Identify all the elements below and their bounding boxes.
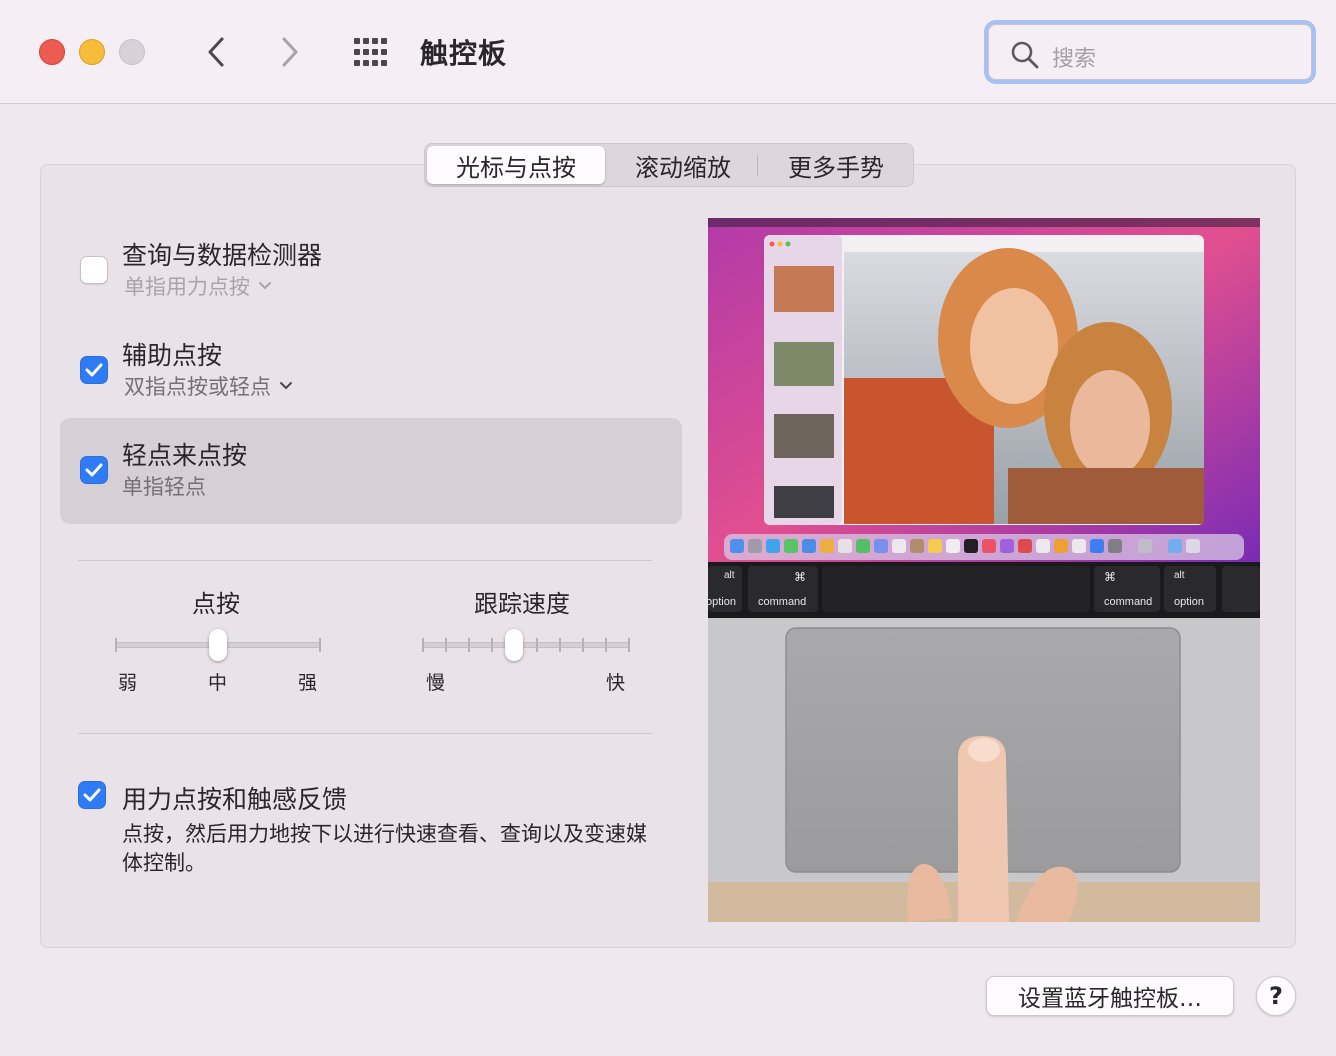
secondary-click-subtitle: 双指点按或轻点 — [124, 375, 271, 399]
search-field[interactable]: 搜索 — [984, 20, 1316, 84]
grid-icon — [354, 38, 387, 66]
tracking-slider-knob[interactable] — [505, 629, 523, 661]
slider-tick — [536, 638, 538, 652]
slider-tick — [628, 638, 630, 652]
click-slider-knob[interactable] — [209, 629, 227, 661]
divider — [78, 560, 652, 561]
tap-to-click-title: 轻点来点按 — [122, 441, 248, 470]
slider-tick — [605, 638, 607, 652]
key-alt-left: alt — [724, 570, 735, 581]
key-option-left: option — [708, 596, 736, 608]
search-placeholder: 搜索 — [1052, 47, 1097, 72]
tracking-min-label: 慢 — [426, 672, 446, 694]
show-all-button[interactable] — [350, 36, 394, 68]
force-click-description: 点按，然后用力地按下以进行快速查看、查询以及变速媒体控制。 — [122, 822, 647, 875]
lookup-subtitle: 单指用力点按 — [124, 275, 250, 299]
tap-to-click-subtitle: 单指轻点 — [122, 475, 206, 499]
key-command-right: command — [1104, 596, 1153, 608]
chevron-down-icon — [280, 382, 292, 390]
key-command-left: command — [758, 596, 807, 608]
tracking-max-label: 快 — [606, 672, 626, 694]
click-mid-label: 中 — [208, 672, 228, 694]
trackpad-demo-preview: alt option ⌘ command ⌘ command alt optio… — [708, 218, 1260, 922]
chevron-left-icon — [208, 37, 224, 67]
secondary-click-title: 辅助点按 — [122, 341, 223, 370]
slider-tick — [422, 638, 424, 652]
help-button[interactable]: ? — [1256, 976, 1296, 1016]
click-max-label: 强 — [298, 672, 318, 694]
force-click-title: 用力点按和触感反馈 — [122, 785, 348, 814]
key-alt-right: alt — [1174, 570, 1185, 581]
tab-point-click[interactable]: 光标与点按 — [427, 146, 605, 184]
slider-tick — [559, 638, 561, 652]
key-cmd-symbol-right: ⌘ — [1104, 570, 1116, 584]
key-option-right: option — [1174, 596, 1204, 608]
tap-to-click-checkbox[interactable] — [80, 456, 108, 484]
tab-bar: 光标与点按 滚动缩放 更多手势 — [424, 143, 914, 187]
zoom-button[interactable] — [119, 39, 145, 65]
forward-button[interactable] — [268, 30, 312, 74]
search-icon — [1011, 41, 1039, 69]
tab-separator — [757, 155, 758, 177]
slider-tick — [582, 638, 584, 652]
window-title: 触控板 — [420, 37, 508, 70]
lookup-checkbox[interactable] — [80, 256, 108, 284]
tracking-slider-track[interactable] — [422, 642, 630, 648]
slider-tick — [445, 638, 447, 652]
tab-scroll-zoom[interactable]: 滚动缩放 — [609, 144, 757, 186]
close-button[interactable] — [39, 39, 65, 65]
checkmark-icon — [85, 463, 103, 477]
slider-tick — [491, 638, 493, 652]
back-button[interactable] — [194, 30, 238, 74]
divider — [78, 733, 652, 734]
checkmark-icon — [83, 788, 101, 802]
lookup-title: 查询与数据检测器 — [122, 241, 323, 270]
secondary-click-dropdown[interactable]: 双指点按或轻点 — [124, 371, 293, 401]
tab-more-gestures[interactable]: 更多手势 — [761, 144, 911, 186]
checkmark-icon — [85, 363, 103, 377]
setup-bluetooth-trackpad-button[interactable]: 设置蓝牙触控板… — [986, 976, 1234, 1016]
key-cmd-symbol-left: ⌘ — [794, 570, 806, 584]
chevron-right-icon — [282, 37, 298, 67]
title-bar: 触控板 搜索 — [0, 0, 1336, 104]
click-min-label: 弱 — [118, 672, 138, 694]
click-slider-title: 点按 — [192, 590, 240, 618]
slider-tick — [115, 638, 117, 652]
chevron-down-icon — [259, 282, 271, 290]
secondary-click-checkbox[interactable] — [80, 356, 108, 384]
force-click-checkbox[interactable] — [78, 781, 106, 809]
slider-tick — [468, 638, 470, 652]
slider-tick — [319, 638, 321, 652]
lookup-dropdown[interactable]: 单指用力点按 — [124, 271, 272, 301]
minimize-button[interactable] — [79, 39, 105, 65]
tracking-slider-title: 跟踪速度 — [474, 590, 570, 618]
